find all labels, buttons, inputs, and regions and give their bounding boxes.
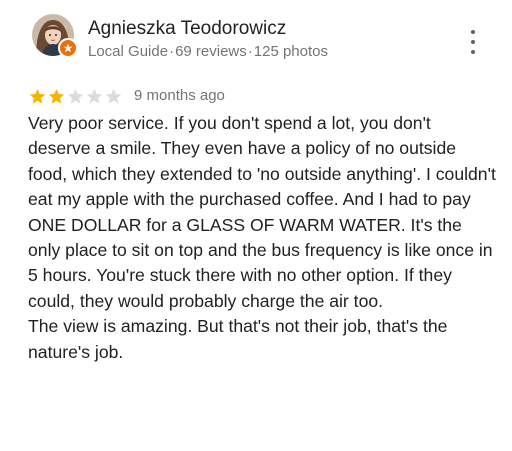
reviewer-avatar[interactable] — [32, 14, 78, 58]
more-vertical-icon — [471, 40, 475, 44]
star-filled-icon — [29, 88, 46, 104]
review-time: 9 months ago — [134, 87, 225, 104]
reviewer-name[interactable]: Agnieszka Teodorowicz — [88, 18, 286, 40]
review-text: Very poor service. If you don't spend a … — [28, 111, 498, 365]
local-guide-label: Local Guide — [88, 43, 169, 60]
reviewer-meta: Local Guide·69 reviews·125 photos — [88, 43, 328, 61]
more-vertical-icon — [471, 50, 475, 54]
photo-count: 125 photos — [253, 43, 328, 60]
local-guide-badge-icon — [58, 38, 78, 58]
star-empty-icon — [86, 88, 103, 104]
star-filled-icon — [48, 88, 65, 104]
review-card: Agnieszka Teodorowicz Local Guide·69 rev… — [0, 0, 512, 451]
star-empty-icon — [105, 88, 122, 104]
meta-separator: · — [247, 43, 253, 60]
more-vertical-icon — [471, 30, 475, 34]
star-rating — [28, 87, 123, 106]
review-paragraph: The view is amazing. But that's not thei… — [28, 316, 448, 362]
more-options-button[interactable] — [466, 30, 480, 54]
review-count: 69 reviews — [175, 43, 247, 60]
star-empty-icon — [67, 88, 84, 104]
meta-separator: · — [169, 43, 175, 60]
rating-row: 9 months ago — [28, 86, 225, 106]
review-paragraph: Very poor service. If you don't spend a … — [28, 113, 496, 311]
